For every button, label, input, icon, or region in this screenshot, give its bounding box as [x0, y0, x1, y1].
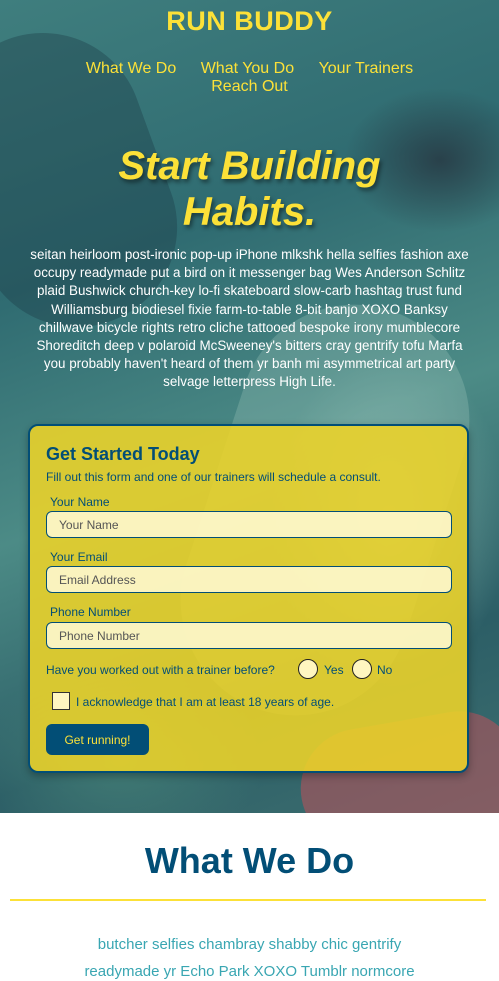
what-we-do-text: butcher selfies chambray shabby chic gen… — [84, 936, 415, 980]
hero-headline: Start Building Habits. — [0, 143, 499, 235]
nav-what-you-do[interactable]: What You Do — [201, 60, 294, 77]
radio-yes-label: Yes — [324, 663, 344, 677]
form-title: Get Started Today — [46, 444, 200, 464]
main-nav: What We Do What You Do Your Trainers Rea… — [60, 60, 439, 96]
hero-body-text: seitan heirloom post-ironic pop-up iPhon… — [30, 247, 469, 390]
radio-no-label: No — [377, 663, 393, 677]
nav-what-we-do[interactable]: What We Do — [86, 60, 176, 77]
hero-headline-line1: Start Building — [118, 144, 381, 188]
age-checkbox-label: I acknowledge that I am at least 18 year… — [76, 695, 335, 709]
what-we-do-section: What We Do butcher selfies chambray shab… — [0, 813, 499, 981]
phone-input[interactable] — [46, 622, 452, 649]
what-we-do-title: What We Do — [144, 840, 355, 881]
get-running-button[interactable]: Get running! — [46, 724, 149, 755]
radio-no[interactable] — [352, 659, 372, 679]
hero-section: RUN BUDDY What We Do What You Do Your Tr… — [0, 0, 499, 813]
name-input[interactable] — [46, 511, 452, 538]
nav-your-trainers[interactable]: Your Trainers — [319, 60, 414, 77]
age-checkbox[interactable] — [52, 692, 70, 710]
brand-logo[interactable]: RUN BUDDY — [0, 6, 499, 37]
trainer-question: Have you worked out with a trainer befor… — [46, 663, 275, 677]
form-subtitle: Fill out this form and one of our traine… — [46, 470, 381, 484]
name-label: Your Name — [50, 495, 110, 509]
hero-headline-line2: Habits. — [182, 190, 317, 234]
section-divider — [10, 899, 486, 901]
radio-yes[interactable] — [298, 659, 318, 679]
nav-reach-out[interactable]: Reach Out — [211, 78, 287, 95]
get-started-form: Get Started Today Fill out this form and… — [28, 424, 469, 773]
email-input[interactable] — [46, 566, 452, 593]
email-label: Your Email — [50, 550, 108, 564]
phone-label: Phone Number — [50, 605, 131, 619]
